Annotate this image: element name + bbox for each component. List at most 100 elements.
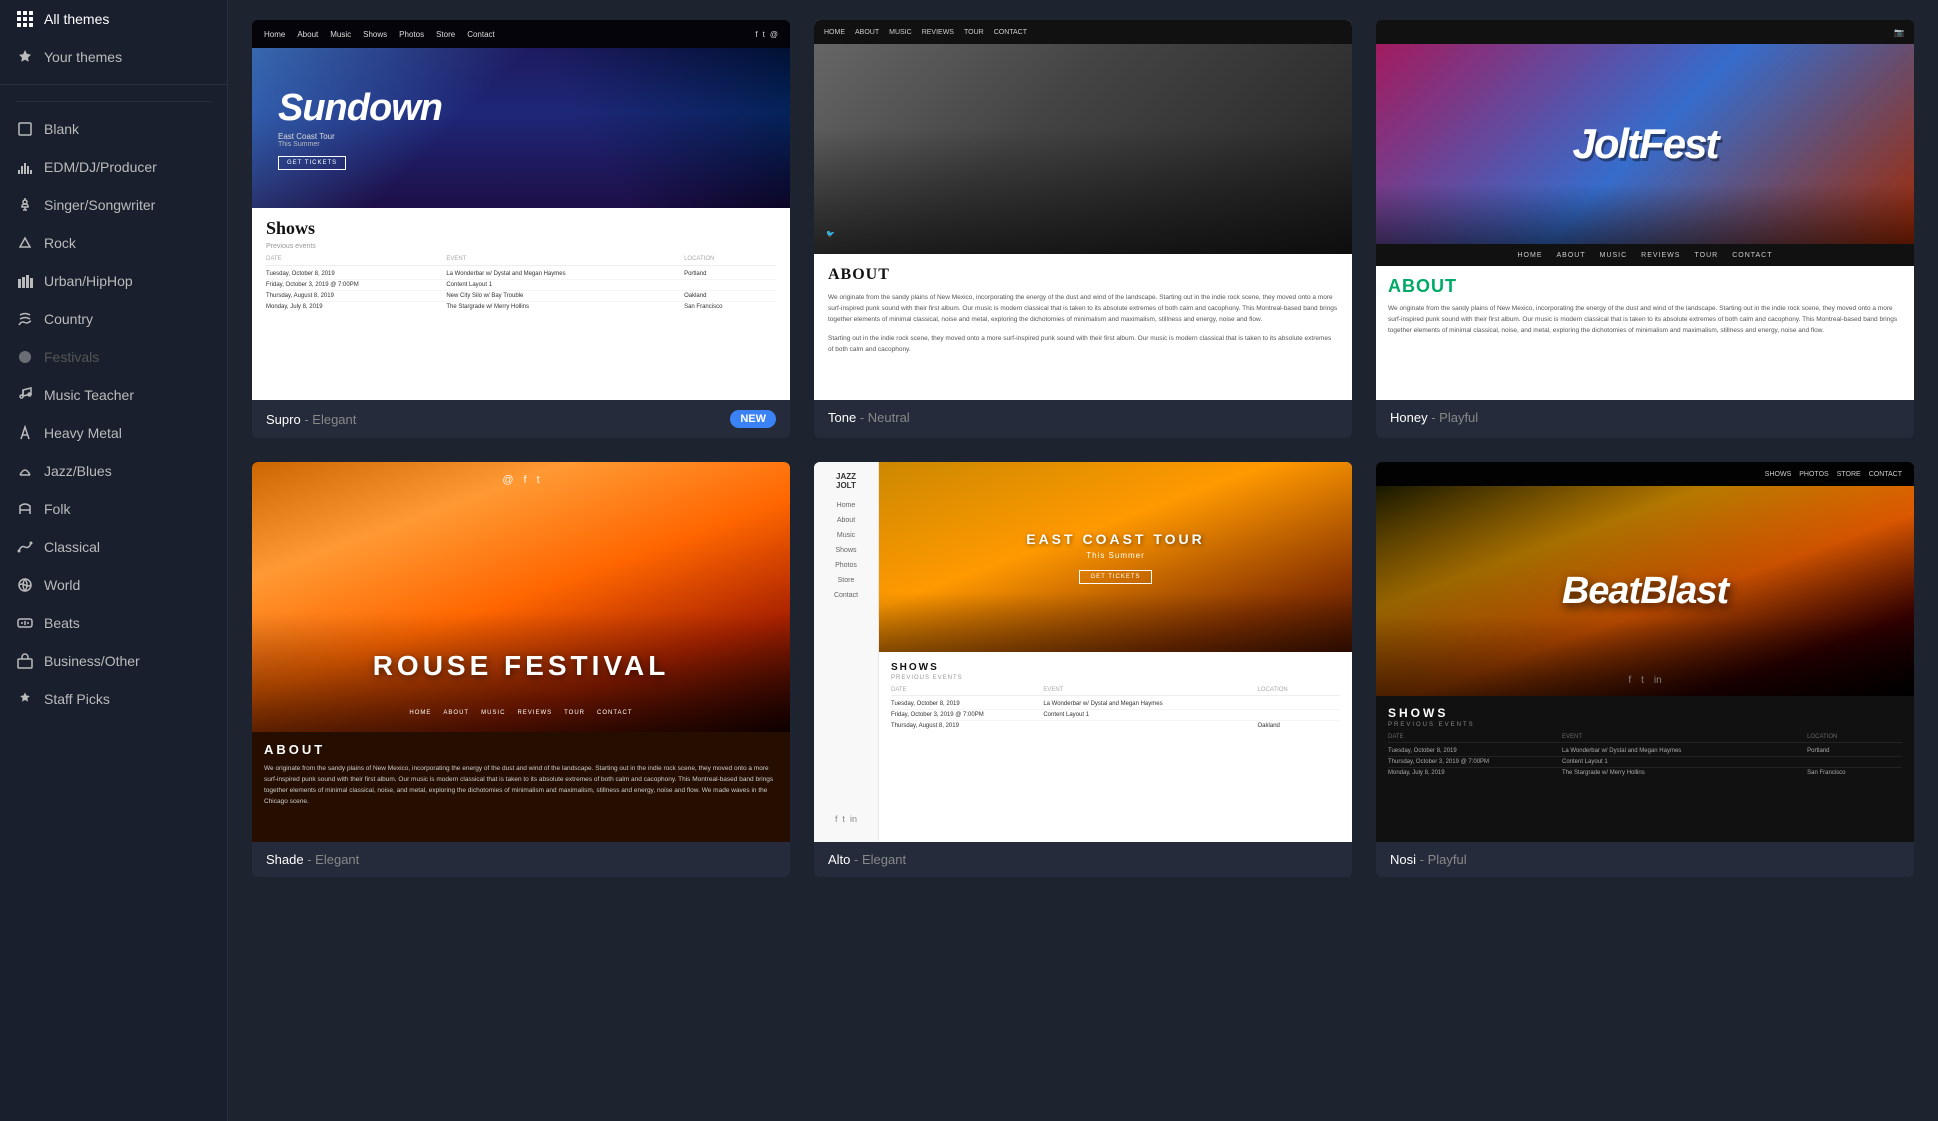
nosi-nav-photos: PHOTOS [1799, 471, 1828, 478]
sidebar-item-label-festivals: Festivals [44, 349, 99, 365]
nosi-nav-shows: SHOWS [1765, 471, 1791, 478]
sidebar-item-beats[interactable]: Beats [0, 604, 227, 642]
supro-nav-contact: Contact [467, 30, 495, 39]
row-loc: San Francisco [1807, 770, 1902, 776]
theme-card-honey[interactable]: 📷 JoltFest HOME ABOUT MUSIC [1376, 20, 1914, 438]
row-loc [1807, 759, 1902, 765]
nosi-hero: BeatBlast f t in [1376, 486, 1914, 696]
country-icon [16, 310, 34, 328]
sidebar-item-label-singer: Singer/Songwriter [44, 197, 155, 213]
tone-nav: TOUR [964, 29, 984, 36]
theme-card-tone[interactable]: HOME ABOUT MUSIC REVIEWS TOUR CONTACT [814, 20, 1352, 438]
nosi-col-loc: LOCATION [1807, 734, 1902, 740]
alto-label: Alto - Elegant [814, 842, 1352, 877]
supro-col-event: EVENT [446, 256, 676, 262]
sidebar-item-blank[interactable]: Blank [0, 110, 227, 148]
sidebar-item-rock[interactable]: Rock [0, 224, 227, 262]
sidebar-item-business[interactable]: Business/Other [0, 642, 227, 680]
row-date: Thursday, October 3, 2019 @ 7:00PM [1388, 759, 1554, 765]
sidebar-item-all-themes[interactable]: All themes [0, 0, 227, 38]
supro-hero-sub1: East Coast Tour [278, 132, 764, 141]
row-event: New City Silo w/ Bay Trouble [446, 293, 676, 299]
sidebar-item-classical[interactable]: Classical [0, 528, 227, 566]
sidebar-item-your-themes[interactable]: Your themes [0, 38, 227, 76]
alto-shows-section: SHOWS PREVIOUS EVENTS DATE EVENT LOCATIO… [879, 652, 1352, 842]
shade-hero-title-wrap: ROUSE FESTIVAL [252, 650, 790, 682]
supro-shows-header: DATE EVENT LOCATION [266, 256, 776, 266]
supro-nav-home: Home [264, 30, 285, 39]
sidebar-item-folk[interactable]: Folk [0, 490, 227, 528]
row-loc: Oakland [684, 293, 776, 299]
nosi-shows-sub: PREVIOUS EVENTS [1388, 722, 1902, 728]
table-row: Friday, October 3, 2019 @ 7:00PM Content… [891, 710, 1340, 721]
supro-shows-section: Shows Previous events DATE EVENT LOCATIO… [252, 208, 790, 400]
sidebar-item-label-jazz: Jazz/Blues [44, 463, 112, 479]
nosi-nav-store: STORE [1837, 471, 1861, 478]
star-icon [16, 48, 34, 66]
sidebar-item-heavy-metal[interactable]: Heavy Metal [0, 414, 227, 452]
supro-navbar: Home About Music Shows Photos Store Cont… [252, 20, 790, 48]
tone-nav: MUSIC [889, 29, 912, 36]
tone-nav: CONTACT [994, 29, 1027, 36]
row-date: Monday, July 8, 2019 [1388, 770, 1554, 776]
table-row: Tuesday, October 8, 2019 La Wonderbar w/… [1388, 746, 1902, 757]
nosi-name: Nosi [1390, 852, 1416, 867]
alto-fb: f [835, 814, 838, 824]
alto-hero-fade [879, 592, 1352, 652]
shade-hero-social: @ f t [502, 474, 539, 486]
classical-icon [16, 538, 34, 556]
sidebar-item-music-teacher[interactable]: Music Teacher [0, 376, 227, 414]
alto-col-date: DATE [891, 687, 1035, 693]
nosi-nav-contact: CONTACT [1869, 471, 1902, 478]
nosi-crowd-fade [1376, 616, 1914, 696]
honey-nav-about: ABOUT [1556, 252, 1585, 259]
tone-label-text: Tone - Neutral [828, 410, 910, 425]
tone-bird-icon: 🐦 [826, 230, 835, 238]
supro-nav-music: Music [330, 30, 351, 39]
theme-preview-nosi: SHOWS PHOTOS STORE CONTACT BeatBlast f [1376, 462, 1914, 842]
nosi-label: Nosi - Playful [1376, 842, 1914, 877]
honey-name: Honey [1390, 410, 1428, 425]
sidebar-item-edm[interactable]: EDM/DJ/Producer [0, 148, 227, 186]
shade-hero: @ f t ROUSE FESTIVAL HOME ABOUT MUSIC RE… [252, 462, 790, 732]
alto-nav-shows: Shows [835, 547, 856, 554]
sidebar-item-festivals[interactable]: Festivals [0, 338, 227, 376]
row-loc [1258, 701, 1340, 707]
alto-style: - Elegant [854, 852, 906, 867]
sidebar-item-staff-picks[interactable]: Staff Picks [0, 680, 227, 718]
sidebar-item-urban[interactable]: Urban/HipHop [0, 262, 227, 300]
supro-style: - Elegant [304, 412, 356, 427]
theme-card-alto[interactable]: JAZZJOLT Home About Music Shows Photos S… [814, 462, 1352, 877]
alto-hero-btn[interactable]: GET TICKETS [1079, 570, 1151, 584]
table-row: Thursday, October 3, 2019 @ 7:00PM Conte… [1388, 757, 1902, 768]
alto-hero-sub: This Summer [1086, 551, 1145, 560]
theme-card-nosi[interactable]: SHOWS PHOTOS STORE CONTACT BeatBlast f [1376, 462, 1914, 877]
theme-preview-honey: 📷 JoltFest HOME ABOUT MUSIC [1376, 20, 1914, 400]
alto-logo: JAZZJOLT [836, 472, 856, 490]
sidebar-item-label-blank: Blank [44, 121, 79, 137]
honey-about-section: ABOUT We originate from the sandy plains… [1376, 266, 1914, 400]
table-row: Tuesday, October 8, 2019 La Wonderbar w/… [891, 699, 1340, 710]
row-event: Content Layout 1 [1562, 759, 1799, 765]
table-row: Monday, July 8, 2019 The Stargrade w/ Me… [266, 302, 776, 312]
sidebar-item-jazz[interactable]: Jazz/Blues [0, 452, 227, 490]
row-date: Tuesday, October 8, 2019 [266, 271, 438, 277]
sidebar-item-label-beats: Beats [44, 615, 80, 631]
heavy-metal-icon [16, 424, 34, 442]
theme-card-shade[interactable]: @ f t ROUSE FESTIVAL HOME ABOUT MUSIC RE… [252, 462, 790, 877]
shade-ig-icon: @ [502, 474, 513, 486]
theme-card-supro[interactable]: Home About Music Shows Photos Store Cont… [252, 20, 790, 438]
shade-label-text: Shade - Elegant [266, 852, 359, 867]
row-loc [1258, 712, 1340, 718]
shade-style: - Elegant [307, 852, 359, 867]
sidebar-item-country[interactable]: Country [0, 300, 227, 338]
sidebar-item-label-rock: Rock [44, 235, 76, 251]
sidebar-item-label-world: World [44, 577, 80, 593]
supro-hero-btn[interactable]: GET TICKETS [278, 156, 346, 170]
row-date: Thursday, August 8, 2019 [266, 293, 438, 299]
sidebar-item-world[interactable]: World [0, 566, 227, 604]
row-event: La Wonderbar w/ Dystal and Megan Haymes [446, 271, 676, 277]
honey-nav-reviews: REVIEWS [1641, 252, 1680, 259]
alto-col-loc: LOCATION [1258, 687, 1340, 693]
sidebar-item-singer[interactable]: Singer/Songwriter [0, 186, 227, 224]
